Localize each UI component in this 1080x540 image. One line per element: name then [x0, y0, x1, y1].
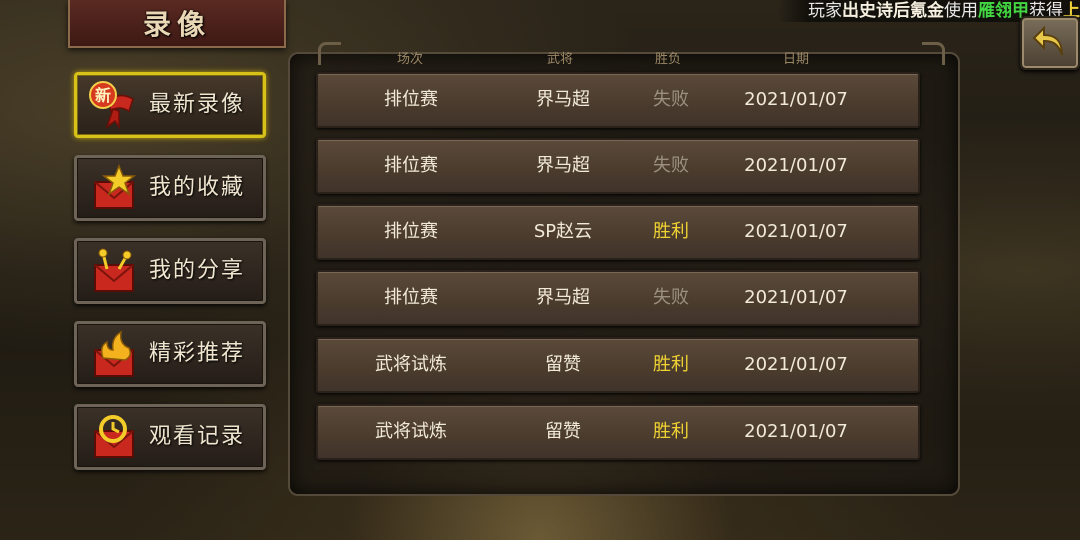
- menu-label: 我的收藏: [149, 175, 246, 200]
- row-result: 胜利: [653, 354, 689, 375]
- table-row[interactable]: 排位赛 界马超 失败 2021/01/07: [316, 72, 920, 128]
- row-date: 2021/01/07: [744, 155, 848, 176]
- ticker-mid: 使用: [944, 1, 978, 21]
- menu-label: 我的分享: [149, 258, 246, 283]
- ticker-prefix: 玩家: [808, 1, 842, 21]
- page-title: 录像: [142, 8, 211, 41]
- table-row[interactable]: 武将试炼 留赞 胜利 2021/01/07: [316, 404, 920, 460]
- row-mode: 排位赛: [384, 287, 438, 308]
- row-date: 2021/01/07: [744, 89, 848, 110]
- column-header-date: 日期: [782, 52, 809, 67]
- menu-label: 观看记录: [149, 424, 246, 449]
- star-envelope-icon: [94, 164, 137, 209]
- row-result: 胜利: [653, 221, 689, 242]
- row-result: 失败: [653, 89, 689, 110]
- column-header-general: 武将: [546, 52, 573, 67]
- panel-corner-ornament: [318, 42, 341, 65]
- row-mode: 武将试炼: [375, 354, 447, 375]
- table-row[interactable]: 武将试炼 留赞 胜利 2021/01/07: [316, 337, 920, 393]
- row-date: 2021/01/07: [744, 421, 848, 442]
- column-header-mode: 场次: [396, 52, 423, 67]
- row-date: 2021/01/07: [744, 354, 848, 375]
- menu-item-latest-replays[interactable]: 新 最新录像: [74, 72, 266, 138]
- share-envelope-icon: [94, 248, 134, 292]
- row-mode: 排位赛: [384, 155, 438, 176]
- back-arrow-icon: [1032, 25, 1063, 56]
- row-mode: 排位赛: [384, 89, 438, 110]
- menu-item-my-shares[interactable]: 我的分享: [74, 238, 266, 304]
- back-button[interactable]: [1020, 16, 1080, 70]
- row-result: 胜利: [653, 421, 689, 442]
- table-row[interactable]: 排位赛 SP赵云 胜利 2021/01/07: [316, 204, 920, 260]
- row-mode: 武将试炼: [375, 421, 447, 442]
- row-mode: 排位赛: [384, 221, 438, 242]
- row-date: 2021/01/07: [744, 287, 848, 308]
- table-row[interactable]: 排位赛 界马超 失败 2021/01/07: [316, 138, 920, 194]
- ticker-player-name: 出史诗后氪金: [842, 1, 944, 21]
- menu-item-favorites[interactable]: 我的收藏: [74, 155, 266, 221]
- history-envelope-icon: [94, 415, 134, 458]
- table-row[interactable]: 排位赛 界马超 失败 2021/01/07: [316, 270, 920, 326]
- new-badge-text: 新: [95, 86, 111, 105]
- menu-item-recommended[interactable]: 精彩推荐: [74, 321, 266, 387]
- menu-label: 最新录像: [149, 92, 246, 117]
- menu-item-watch-history[interactable]: 观看记录: [74, 404, 266, 470]
- row-result: 失败: [653, 155, 689, 176]
- menu-label: 精彩推荐: [149, 341, 246, 366]
- page-title-banner: 录像: [68, 0, 286, 48]
- row-date: 2021/01/07: [744, 221, 848, 242]
- flame-envelope-icon: [94, 330, 134, 377]
- new-ribbon-icon: 新: [89, 81, 134, 130]
- row-result: 失败: [653, 287, 689, 308]
- panel-corner-ornament: [922, 42, 945, 65]
- column-header-result: 胜负: [654, 52, 681, 67]
